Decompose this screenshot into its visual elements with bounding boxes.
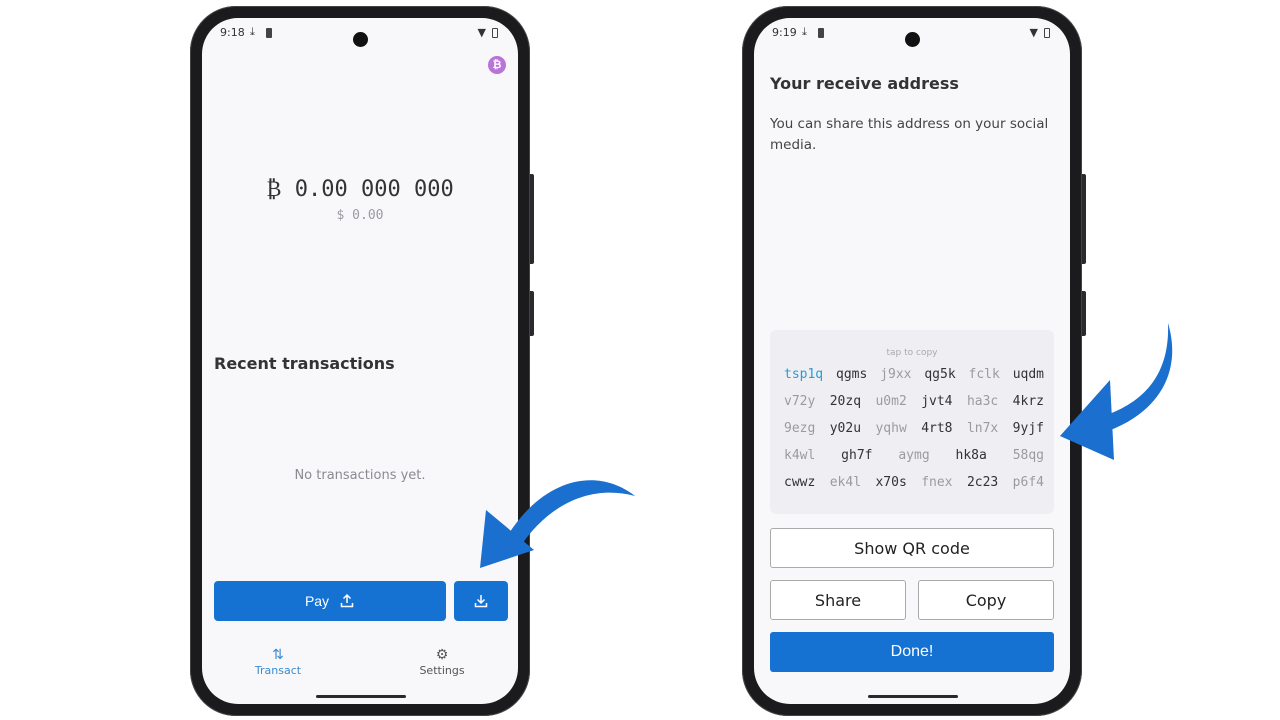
pay-button[interactable]: Pay [214,581,446,621]
address-word: j9xx [880,367,912,382]
address-word: ek4l [829,475,862,490]
front-camera [905,32,920,47]
address-word: 58qg [1012,448,1044,463]
copy-button[interactable]: Copy [918,580,1054,620]
address-row: tsp1q qgms j9xx qg5k fclk uqdm [784,366,1044,384]
nav-item-settings[interactable]: ⚙ Settings [382,646,502,677]
download-icon [474,595,488,608]
nav-item-label: Settings [419,664,465,677]
tap-to-copy-hint: tap to copy [886,348,938,358]
show-qr-code-button[interactable]: Show QR code [770,528,1054,568]
address-word: k4wl [784,448,816,463]
battery-icon [1044,28,1050,38]
annotation-arrow-left [480,480,635,568]
address-row: v72y 20zq u0m2 jvt4 ha3c 4krz [784,393,1044,411]
power-button [1082,174,1086,264]
address-word: 9yjf [1012,421,1044,436]
address-word: y02u [829,421,862,436]
address-row: cwwz ek4l x70s fnex 2c23 p6f4 [784,474,1044,492]
address-word: 4rt8 [921,421,953,436]
address-word: qgms [836,367,868,382]
address-word: u0m2 [875,394,907,409]
upload-icon [340,593,354,608]
address-word: aymg [898,448,930,463]
home-indicator [868,695,958,698]
home-indicator [316,695,406,698]
gear-icon: ⚙ [435,647,449,663]
done-button[interactable]: Done! [770,632,1054,672]
address-word: 20zq [829,394,862,409]
annotation-arrow-right [1060,323,1173,460]
pay-button-label: Pay [304,593,330,609]
bottom-navigation: ⇅ Transact ⚙ Settings [202,646,518,686]
wifi-icon: ▼ [477,26,486,39]
address-copy-box[interactable]: tap to copy tsp1q qgms j9xx qg5k fclk uqdm v72… [770,330,1054,514]
address-grid: tsp1q qgms j9xx qg5k fclk uqdm v72y 20zq u0m2 jvt… [784,366,1044,501]
address-word: hk8a [955,448,987,463]
address-word: ha3c [966,394,999,409]
phone-frame-left: 9:18 ⤓ ▼ ₿ ₿ 0.00 000 000 $ 0.00 Recent … [190,6,534,716]
address-word: 2c23 [966,475,999,490]
volume-button [530,291,534,336]
battery-saver-icon [266,28,272,38]
address-word: gh7f [841,448,873,463]
recent-transactions-heading: Recent transactions [214,354,395,373]
download-status-icon: ⤓ [250,25,255,38]
address-row: 9ezg y02u yqhw 4rt8 ln7x 9yjf [784,420,1044,438]
address-word: cwwz [784,475,816,490]
share-button[interactable]: Share [770,580,906,620]
address-word: x70s [875,475,907,490]
address-word: p6f4 [1012,475,1044,490]
bitcoin-icon[interactable]: ₿ [488,56,506,74]
address-word: v72y [784,394,816,409]
address-word: fnex [921,475,953,490]
phone-frame-right: 9:19 ⤓ ▼ Your receive address You can sh… [742,6,1086,716]
power-button [530,174,534,264]
address-word: tsp1q [784,367,824,382]
receive-button[interactable] [454,581,508,621]
battery-saver-icon [818,28,824,38]
address-word: qg5k [924,367,956,382]
front-camera [353,32,368,47]
address-word: uqdm [1012,367,1044,382]
status-time: 9:18 [220,26,245,39]
address-word: fclk [968,367,1000,382]
address-word: yqhw [875,421,907,436]
page-title: Your receive address [770,74,959,93]
address-word: 9ezg [784,421,816,436]
address-row: k4wl gh7f aymg hk8a 58qg [784,447,1044,465]
address-word: ln7x [966,421,999,436]
address-word: 4krz [1012,394,1044,409]
wallet-home-screen: 9:18 ⤓ ▼ ₿ ₿ 0.00 000 000 $ 0.00 Recent … [202,18,518,704]
address-word: jvt4 [921,394,953,409]
nav-item-label: Transact [254,664,302,677]
fiat-balance: $ 0.00 [336,208,384,223]
download-status-icon: ⤓ [802,25,807,38]
battery-icon [492,28,498,38]
nav-item-transact[interactable]: ⇅ Transact [218,646,338,677]
wifi-icon: ▼ [1029,26,1038,39]
swap-arrows-icon: ⇅ [272,647,284,663]
btc-balance: ₿ 0.00 000 000 [266,177,454,202]
page-description: You can share this address on your socia… [770,116,1049,153]
status-time: 9:19 [772,26,797,39]
receive-address-screen: 9:19 ⤓ ▼ Your receive address You can sh… [754,18,1070,704]
